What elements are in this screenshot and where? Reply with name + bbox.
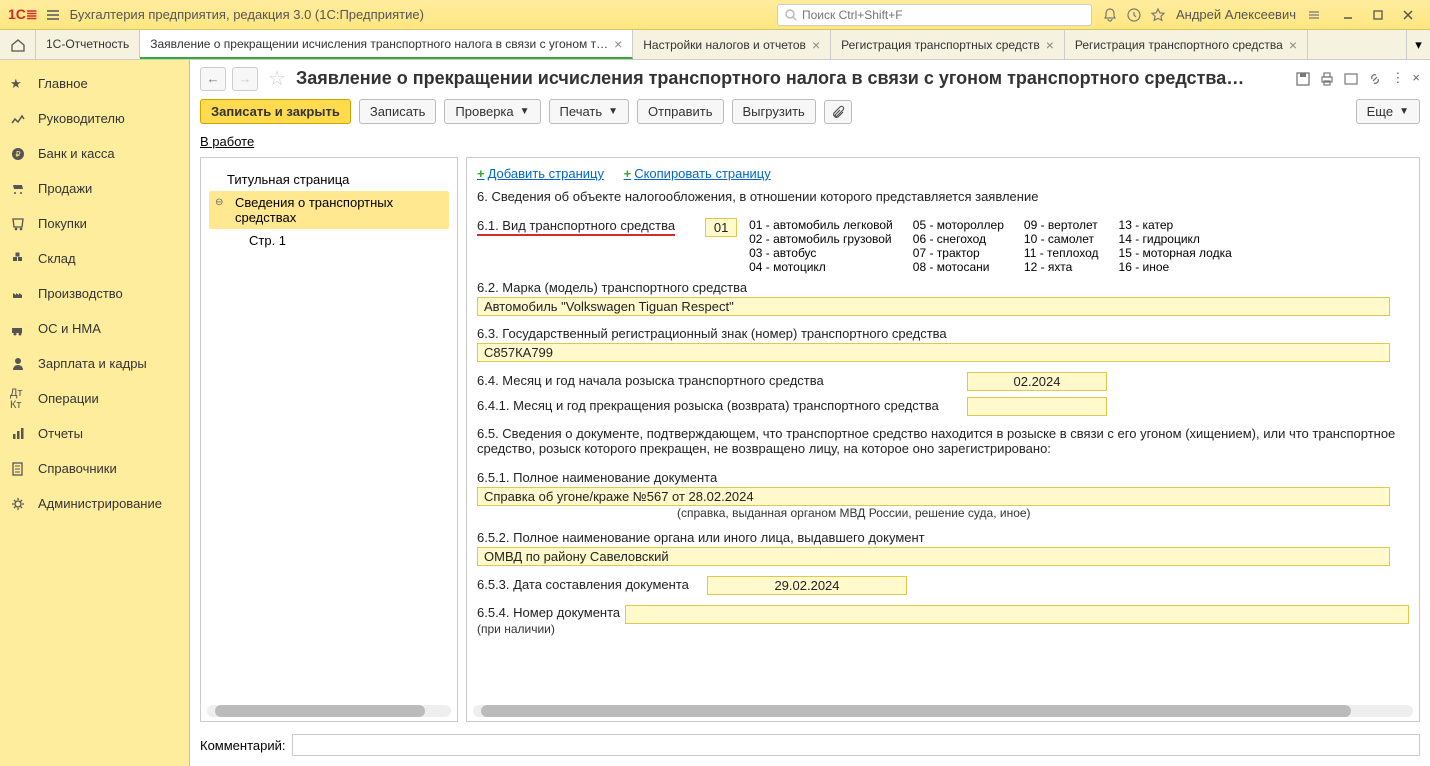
tab-vehicle-reg[interactable]: Регистрация транспортного средства× bbox=[1065, 30, 1308, 59]
tabs-more-icon[interactable]: ▾ bbox=[1406, 30, 1430, 59]
window-icon[interactable] bbox=[1343, 70, 1359, 87]
nav-reports[interactable]: Отчеты bbox=[0, 416, 189, 451]
sec62-label: 6.2. Марка (модель) транспортного средст… bbox=[477, 280, 1409, 295]
titlebar: 1C≣ Бухгалтерия предприятия, редакция 3.… bbox=[0, 0, 1430, 30]
issuer-input[interactable] bbox=[477, 547, 1390, 566]
attach-button[interactable] bbox=[824, 100, 852, 124]
sec652-label: 6.5.2. Полное наименование органа или ин… bbox=[477, 530, 1409, 545]
hamburger-icon[interactable] bbox=[46, 7, 60, 23]
sec61-label: 6.1. Вид транспортного средства bbox=[477, 218, 675, 236]
nav-back-button[interactable]: ← bbox=[200, 67, 226, 91]
search-start-input[interactable] bbox=[967, 372, 1107, 391]
doc-number-input[interactable] bbox=[625, 605, 1409, 624]
pages-tree: Титульная страница ⊖ Сведения о транспор… bbox=[200, 157, 458, 722]
link-icon[interactable] bbox=[1367, 70, 1383, 87]
close-icon[interactable]: × bbox=[1289, 37, 1297, 53]
vehicle-type-code-input[interactable] bbox=[705, 218, 737, 237]
doc-toolbar: Записать и закрыть Записать Проверка▼ Пе… bbox=[190, 95, 1430, 132]
global-search[interactable] bbox=[777, 4, 1092, 26]
sec653-label: 6.5.3. Дата составления документа bbox=[477, 577, 707, 592]
sec651-label: 6.5.1. Полное наименование документа bbox=[477, 470, 1409, 485]
search-icon bbox=[784, 8, 798, 22]
vehicle-type-legend: 01 - автомобиль легковой05 - мотороллер0… bbox=[749, 218, 1232, 274]
doc-date-input[interactable] bbox=[707, 576, 907, 595]
sec654-sub: (при наличии) bbox=[477, 622, 625, 636]
sec65-label: 6.5. Сведения о документе, подтверждающе… bbox=[477, 426, 1409, 456]
doc-title: Заявление о прекращении исчисления транс… bbox=[296, 68, 1281, 89]
app-logo: 1C≣ bbox=[8, 6, 38, 23]
print-button[interactable]: Печать▼ bbox=[549, 99, 630, 124]
nav-manager[interactable]: Руководителю bbox=[0, 101, 189, 136]
save-icon[interactable] bbox=[1295, 70, 1311, 87]
app-title: Бухгалтерия предприятия, редакция 3.0 (1… bbox=[70, 7, 424, 22]
close-icon[interactable]: × bbox=[1046, 37, 1054, 53]
nav-main[interactable]: ★Главное bbox=[0, 66, 189, 101]
star-icon[interactable] bbox=[1146, 3, 1170, 27]
sec654-label: 6.5.4. Номер документа bbox=[477, 605, 625, 620]
tab-vehicles-reg-list[interactable]: Регистрация транспортных средств× bbox=[831, 30, 1065, 59]
nav-purchases[interactable]: Покупки bbox=[0, 206, 189, 241]
nav-bank[interactable]: ₽Банк и касса bbox=[0, 136, 189, 171]
favorite-icon[interactable]: ☆ bbox=[268, 66, 286, 91]
settings-icon[interactable] bbox=[1302, 3, 1326, 27]
tab-tax-settings[interactable]: Настройки налогов и отчетов× bbox=[633, 30, 831, 59]
nav-operations[interactable]: ДтКтОперации bbox=[0, 381, 189, 416]
history-icon[interactable] bbox=[1122, 3, 1146, 27]
nav-forward-button[interactable]: → bbox=[232, 67, 258, 91]
print-icon[interactable] bbox=[1319, 70, 1335, 87]
bell-icon[interactable] bbox=[1098, 3, 1122, 27]
save-button[interactable]: Записать bbox=[359, 99, 437, 124]
save-and-close-button[interactable]: Записать и закрыть bbox=[200, 99, 351, 124]
left-sidebar: ★Главное Руководителю ₽Банк и касса Прод… bbox=[0, 60, 190, 766]
export-button[interactable]: Выгрузить bbox=[732, 99, 816, 124]
tree-title-page[interactable]: Титульная страница bbox=[209, 168, 449, 191]
nav-catalogs[interactable]: Справочники bbox=[0, 451, 189, 486]
user-name[interactable]: Андрей Алексеевич bbox=[1176, 7, 1296, 22]
home-tab[interactable] bbox=[0, 30, 36, 59]
kebab-icon[interactable]: ⋮ bbox=[1391, 70, 1404, 87]
sec6-label: 6. Сведения об объекте налогообложения, … bbox=[477, 189, 1409, 204]
form-pane: +Добавить страницу +Скопировать страницу… bbox=[466, 157, 1420, 722]
tree-page-1[interactable]: Стр. 1 bbox=[209, 229, 449, 252]
plate-input[interactable] bbox=[477, 343, 1390, 362]
sec64-label: 6.4. Месяц и год начала розыска транспор… bbox=[477, 373, 967, 388]
minimize-button[interactable] bbox=[1334, 4, 1362, 26]
more-button[interactable]: Еще▼ bbox=[1356, 99, 1420, 124]
close-icon[interactable]: × bbox=[614, 36, 622, 52]
nav-assets[interactable]: ОС и НМА bbox=[0, 311, 189, 346]
tree-collapse-icon[interactable]: ⊖ bbox=[215, 197, 223, 208]
sec651-hint: (справка, выданная органом МВД России, р… bbox=[677, 506, 1409, 520]
check-button[interactable]: Проверка▼ bbox=[444, 99, 540, 124]
maximize-button[interactable] bbox=[1364, 4, 1392, 26]
copy-page-link[interactable]: +Скопировать страницу bbox=[624, 166, 771, 181]
nav-payroll[interactable]: Зарплата и кадры bbox=[0, 346, 189, 381]
tab-strip: 1С-Отчетность Заявление о прекращении ис… bbox=[0, 30, 1430, 60]
doc-name-input[interactable] bbox=[477, 487, 1390, 506]
close-icon[interactable]: × bbox=[812, 37, 820, 53]
add-page-link[interactable]: +Добавить страницу bbox=[477, 166, 604, 181]
doc-header: ← → ☆ Заявление о прекращении исчисления… bbox=[190, 60, 1430, 95]
search-end-input[interactable] bbox=[967, 397, 1107, 416]
nav-admin[interactable]: Администрирование bbox=[0, 486, 189, 521]
comment-label: Комментарий: bbox=[200, 738, 286, 753]
status-link[interactable]: В работе bbox=[200, 134, 254, 149]
send-button[interactable]: Отправить bbox=[637, 99, 723, 124]
sec63-label: 6.3. Государственный регистрационный зна… bbox=[477, 326, 1409, 341]
form-scrollbar[interactable] bbox=[473, 705, 1413, 717]
sec641-label: 6.4.1. Месяц и год прекращения розыска (… bbox=[477, 398, 967, 413]
svg-text:₽: ₽ bbox=[15, 150, 20, 159]
close-doc-icon[interactable]: × bbox=[1412, 70, 1420, 87]
comment-input[interactable] bbox=[292, 734, 1421, 756]
nav-warehouse[interactable]: Склад bbox=[0, 241, 189, 276]
tab-reporting[interactable]: 1С-Отчетность bbox=[36, 30, 140, 59]
tree-scrollbar[interactable] bbox=[207, 705, 451, 717]
search-input[interactable] bbox=[802, 8, 1085, 22]
model-input[interactable] bbox=[477, 297, 1390, 316]
close-button[interactable] bbox=[1394, 4, 1422, 26]
nav-sales[interactable]: Продажи bbox=[0, 171, 189, 206]
tree-vehicles[interactable]: Сведения о транспортных средствах bbox=[209, 191, 449, 229]
nav-production[interactable]: Производство bbox=[0, 276, 189, 311]
tab-application-active[interactable]: Заявление о прекращении исчисления транс… bbox=[140, 30, 633, 59]
